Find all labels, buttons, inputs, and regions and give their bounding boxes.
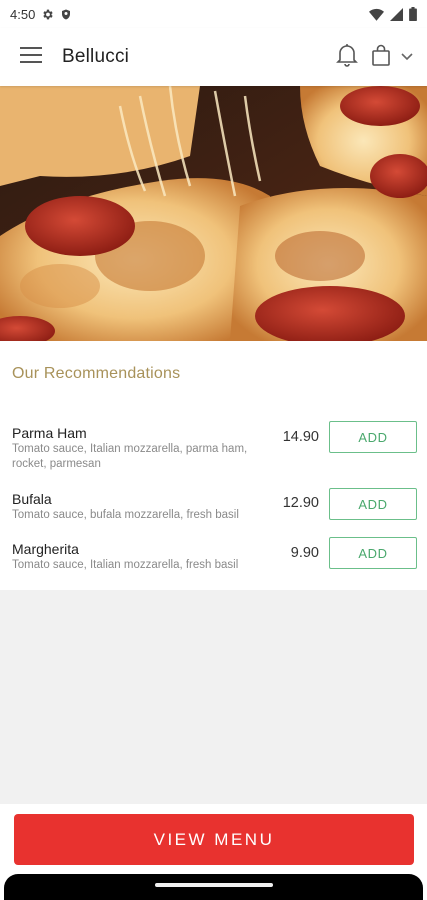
app-header: Bellucci [0,28,427,86]
hero-pizza-image [0,86,427,341]
menu-item-description: Tomato sauce, bufala mozzarella, fresh b… [12,509,239,521]
menu-item-description: Tomato sauce, Italian mozzarella, parma … [12,443,248,470]
status-time: 4:50 [10,6,36,22]
bottom-bar: VIEW MENU [0,804,427,900]
chevron-down-icon [401,48,413,66]
home-indicator[interactable] [154,883,273,887]
bell-icon [335,42,359,73]
shopping-bag-icon [371,44,391,71]
add-button[interactable]: ADD [329,488,417,520]
menu-item: Margherita Tomato sauce, Italian mozzare… [12,537,417,576]
empty-area [0,590,427,804]
system-nav-bar [4,874,423,900]
battery-icon [409,7,417,21]
menu-item-description: Tomato sauce, Italian mozzarella, fresh … [12,559,239,571]
cart-button[interactable] [371,44,413,71]
view-menu-button[interactable]: VIEW MENU [14,814,414,865]
section-title: Our Recommendations [12,365,181,382]
menu-icon [20,46,42,69]
add-button[interactable]: ADD [329,421,417,453]
settings-gear-icon [41,8,54,21]
menu-item: Bufala Tomato sauce, bufala mozzarella, … [12,488,417,526]
signal-icon [390,7,403,21]
page-title: Bellucci [62,46,130,67]
wifi-icon [369,8,384,21]
recommendations-section: Our Recommendations Parma Ham Tomato sau… [0,341,427,590]
menu-item-price: 14.90 [282,429,319,445]
menu-item-price: 12.90 [282,495,319,511]
notifications-button[interactable] [335,42,359,73]
menu-item: Parma Ham Tomato sauce, Italian mozzarel… [12,421,417,474]
add-button[interactable]: ADD [329,537,417,569]
menu-button[interactable] [14,40,48,74]
menu-item-price: 9.90 [290,545,319,561]
status-bar: 4:50 [0,0,427,28]
shield-icon [60,8,72,21]
